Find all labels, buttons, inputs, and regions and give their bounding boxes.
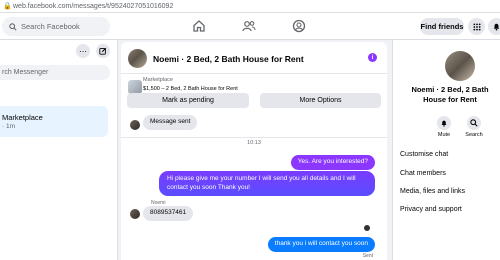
notifications-button[interactable] [488,18,500,35]
groups-icon[interactable] [292,19,306,33]
media-files-links-item[interactable]: Media, files and links [400,188,465,195]
sender-avatar [130,209,140,219]
mute-label: Mute [437,132,451,138]
privacy-support-item[interactable]: Privacy and support [400,206,462,213]
menu-grid-button[interactable] [468,18,485,35]
lock-icon: 🔒 [3,2,12,10]
mark-as-pending-button[interactable]: Mark as pending [127,93,249,108]
mark-as-pending-label: Mark as pending [162,97,214,104]
incoming-message[interactable]: 8089537461 [143,206,194,221]
more-options-label: More Options [299,97,342,104]
chat-header: Noemi · 2 Bed, 2 Bath House for Rent i [121,42,387,74]
chat-window: Noemi · 2 Bed, 2 Bath House for Rent i M… [121,42,387,260]
chats-sidebar: ⋯ rch Messenger Marketplace · 1m [0,40,118,260]
conversation-item-marketplace[interactable]: Marketplace · 1m [0,106,108,137]
outgoing-message-text: thank you i will contact you soon [274,240,368,247]
new-message-button[interactable] [96,44,110,58]
outgoing-message[interactable]: Yes. Are you interested? [290,155,375,170]
chat-members-item[interactable]: Chat members [400,170,446,177]
outgoing-message-text: Hi please give me your number I will sen… [167,175,356,191]
incoming-message-text: 8089537461 [150,209,187,216]
search-label: Search [465,132,483,138]
message-timestamp: 10:13 [247,140,261,146]
conversation-info-panel: Noemi · 2 Bed, 2 Bath House for Rent Mut… [392,40,500,260]
marketplace-label: Marketplace [143,77,173,83]
facebook-search-input[interactable]: Search Facebook [2,17,110,36]
bell-icon [441,120,447,127]
contact-name: Noemi · 2 Bed, 2 Bath House for Rent [411,85,489,104]
more-dots-icon: ⋯ [79,46,87,56]
contact-avatar-large[interactable] [445,51,475,81]
customise-chat-item[interactable]: Customise chat [400,151,448,158]
messenger-search-placeholder: rch Messenger [2,69,49,76]
listing-thumbnail[interactable] [128,80,142,94]
seen-indicator [364,225,370,231]
grid-icon [472,22,481,31]
outgoing-message[interactable]: Hi please give me your number I will sen… [159,171,375,196]
browser-url-bar[interactable]: 🔒 web.facebook.com/messages/t/9524027051… [0,0,500,13]
search-in-conversation-button[interactable]: Search [462,116,486,138]
messenger-search-input[interactable]: rch Messenger [0,65,110,80]
info-badge-text: i [371,54,374,61]
info-icon[interactable]: i [368,53,377,62]
outgoing-message[interactable]: thank you i will contact you soon [267,237,375,252]
message-status: Sent [362,253,373,259]
contact-avatar[interactable] [128,49,147,68]
options-button[interactable]: ⋯ [76,44,90,58]
message-thread: Message sent 10:13 Yes. Are you interest… [121,112,387,259]
friends-icon[interactable] [242,19,256,33]
find-friends-button[interactable]: Find friends [420,18,464,35]
chat-title[interactable]: Noemi · 2 Bed, 2 Bath House for Rent [153,54,304,64]
message-sent-text: Message sent [150,118,191,125]
compose-icon [99,47,107,55]
listing-description[interactable]: $1,500 – 2 Bed, 2 Bath House for Rent [143,86,238,92]
conversation-title: Marketplace [2,113,43,122]
search-icon [470,119,478,127]
url-text: web.facebook.com/messages/t/952402705101… [13,2,174,10]
outgoing-message-text: Yes. Are you interested? [297,158,368,165]
mute-button[interactable]: Mute [432,116,456,138]
conversation-time: · 1m [2,123,15,130]
facebook-search-placeholder: Search Facebook [21,22,80,31]
message-sent-notice: Message sent [143,115,198,130]
facebook-topbar: Search Facebook Find friends [0,13,500,40]
find-friends-label: Find friends [420,22,464,31]
bell-icon [493,23,500,31]
sender-avatar [130,120,140,130]
more-options-button[interactable]: More Options [260,93,381,108]
home-icon[interactable] [192,19,206,33]
search-icon [9,22,17,31]
